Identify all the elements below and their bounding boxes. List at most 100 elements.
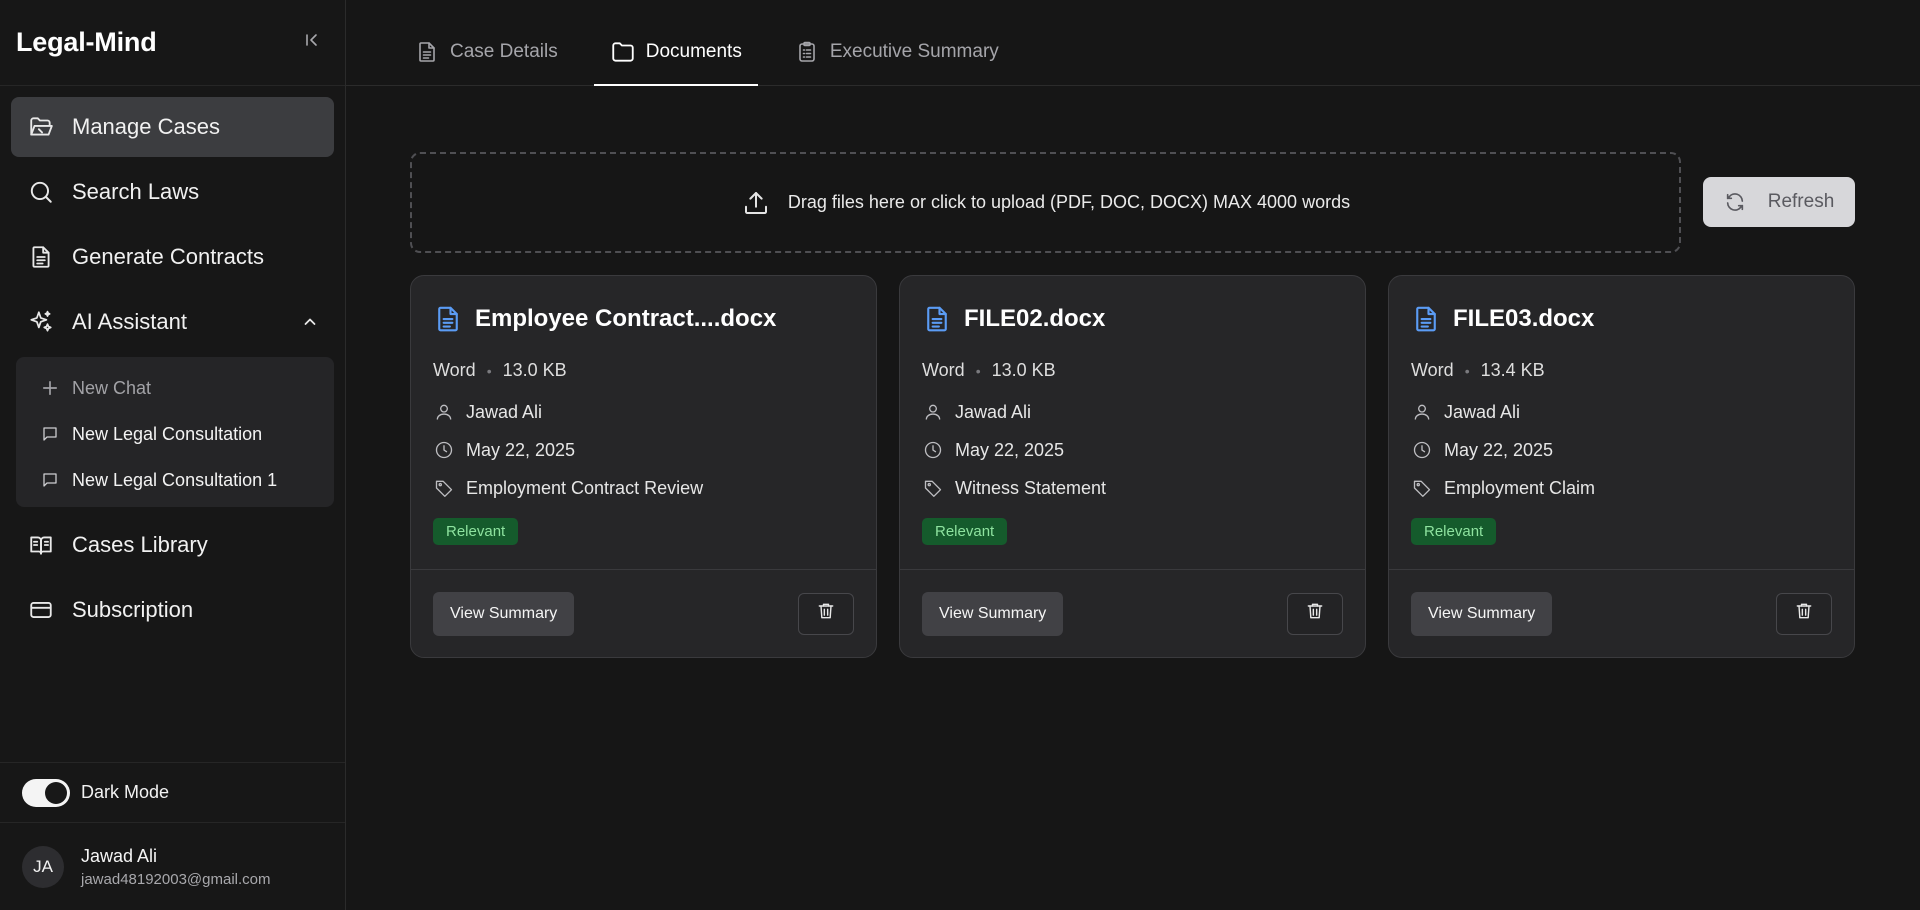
document-meta: Word • 13.0 KB — [922, 360, 1343, 381]
upload-text: Drag files here or click to upload (PDF,… — [787, 192, 1351, 212]
tab-label: Case Details — [450, 41, 558, 62]
document-date: May 22, 2025 — [466, 439, 576, 460]
document-meta: Word • 13.0 KB — [433, 360, 854, 381]
search-icon — [27, 178, 55, 206]
user-icon — [922, 402, 944, 422]
document-tag-row: Employment Claim — [1411, 477, 1832, 499]
delete-button[interactable] — [798, 592, 854, 635]
upload-icon — [741, 188, 771, 218]
tab-label: Documents — [645, 41, 742, 62]
status-badge: Relevant — [433, 518, 519, 545]
app-title: Legal-Mind — [16, 27, 157, 57]
tag-icon — [1411, 478, 1433, 498]
view-summary-button[interactable]: View Summary — [922, 591, 1064, 636]
sidebar-item-manage-cases[interactable]: Manage Cases — [11, 97, 334, 157]
file-upload-dropzone[interactable]: Drag files here or click to upload (PDF,… — [410, 152, 1681, 253]
collapse-left-icon — [304, 32, 320, 53]
document-type: Word — [433, 360, 476, 380]
document-card: FILE03.docx Word • 13.4 KB Jawad Ali May… — [1388, 275, 1855, 658]
card-actions: View Summary — [411, 569, 876, 657]
view-summary-button[interactable]: View Summary — [433, 591, 575, 636]
document-owner: Jawad Ali — [1444, 401, 1521, 422]
document-tag-row: Witness Statement — [922, 477, 1343, 499]
sidebar-item-search-laws[interactable]: Search Laws — [11, 162, 334, 222]
tab-label: Executive Summary — [829, 41, 999, 62]
separator-dot: • — [975, 362, 981, 379]
sidebar-header: Legal-Mind — [0, 0, 345, 86]
clock-icon — [922, 440, 944, 460]
chat-item-new-legal-consultation-1[interactable]: New Legal Consultation 1 — [16, 457, 334, 503]
document-meta: Word • 13.4 KB — [1411, 360, 1832, 381]
sidebar-item-generate-contracts[interactable]: Generate Contracts — [11, 227, 334, 287]
sidebar: Legal-Mind Manage Cases Search Laws Gene… — [0, 0, 346, 910]
document-cards: Employee Contract....docx Word • 13.0 KB… — [410, 275, 1855, 658]
tab-executive-summary[interactable]: Executive Summary — [778, 19, 1015, 85]
user-profile[interactable]: JA Jawad Ali jawad48192003@gmail.com — [0, 822, 345, 910]
sidebar-item-ai-assistant[interactable]: AI Assistant — [11, 292, 334, 352]
dark-mode-label: Dark Mode — [81, 782, 170, 802]
sidebar-item-label: Search Laws — [72, 179, 200, 204]
trash-icon — [816, 601, 836, 626]
sidebar-footer: Dark Mode JA Jawad Ali jawad48192003@gma… — [0, 762, 345, 910]
credit-card-icon — [27, 596, 55, 624]
document-tag: Employment Claim — [1444, 477, 1596, 498]
dark-mode-row: Dark Mode — [0, 762, 345, 822]
delete-button[interactable] — [1776, 592, 1832, 635]
document-name: FILE02.docx — [964, 305, 1106, 332]
sidebar-item-cases-library[interactable]: Cases Library — [11, 515, 334, 575]
app-root: Legal-Mind Manage Cases Search Laws Gene… — [0, 0, 1920, 910]
document-card: FILE02.docx Word • 13.0 KB Jawad Ali May… — [899, 275, 1366, 658]
document-tag: Employment Contract Review — [466, 477, 704, 498]
chevron-up-icon — [302, 314, 318, 330]
sidebar-item-label: Cases Library — [72, 532, 208, 557]
document-size: 13.0 KB — [991, 360, 1056, 380]
document-title: Employee Contract....docx — [433, 298, 854, 340]
main-content: Case Details Documents Executive Summary — [346, 0, 1920, 910]
submenu-item-label: New Legal Consultation 1 — [72, 469, 278, 490]
submenu-item-label: New Chat — [72, 377, 152, 398]
document-name: Employee Contract....docx — [475, 305, 777, 332]
sidebar-item-label: Manage Cases — [72, 114, 220, 139]
sidebar-item-label: AI Assistant — [72, 309, 187, 334]
document-size: 13.4 KB — [1480, 360, 1545, 380]
plus-icon — [40, 378, 60, 398]
document-date: May 22, 2025 — [1444, 439, 1554, 460]
document-type: Word — [922, 360, 965, 380]
clock-icon — [433, 440, 455, 460]
sidebar-item-subscription[interactable]: Subscription — [11, 580, 334, 640]
file-icon — [922, 304, 952, 334]
document-date: May 22, 2025 — [955, 439, 1065, 460]
delete-button[interactable] — [1287, 592, 1343, 635]
user-email: jawad48192003@gmail.com — [81, 870, 271, 888]
collapse-sidebar-button[interactable] — [297, 28, 327, 58]
card-actions: View Summary — [900, 569, 1365, 657]
document-owner-row: Jawad Ali — [1411, 401, 1832, 423]
sidebar-item-label: Generate Contracts — [72, 244, 264, 269]
chat-item-new-legal-consultation[interactable]: New Legal Consultation — [16, 411, 334, 457]
sidebar-nav: Manage Cases Search Laws Generate Contra… — [0, 86, 345, 640]
user-icon — [433, 402, 455, 422]
trash-icon — [1305, 601, 1325, 626]
sidebar-item-label: Subscription — [72, 597, 194, 622]
clock-icon — [1411, 440, 1433, 460]
tab-documents[interactable]: Documents — [593, 19, 758, 86]
tab-case-details[interactable]: Case Details — [398, 19, 574, 85]
document-name: FILE03.docx — [1453, 305, 1595, 332]
tab-bar: Case Details Documents Executive Summary — [346, 0, 1920, 86]
refresh-icon — [1724, 191, 1746, 213]
clipboard-icon — [794, 39, 820, 65]
book-open-icon — [27, 531, 55, 559]
new-chat-button[interactable]: New Chat — [16, 365, 334, 411]
document-type: Word — [1411, 360, 1454, 380]
document-size: 13.0 KB — [502, 360, 567, 380]
folder-open-icon — [27, 113, 55, 141]
refresh-button[interactable]: Refresh — [1703, 177, 1855, 227]
card-actions: View Summary — [1389, 569, 1854, 657]
document-title: FILE03.docx — [1411, 298, 1832, 340]
dark-mode-toggle[interactable] — [22, 778, 70, 807]
chat-icon — [40, 424, 60, 444]
view-summary-button[interactable]: View Summary — [1411, 591, 1553, 636]
document-tag-row: Employment Contract Review — [433, 477, 854, 499]
sparkles-icon — [27, 308, 55, 336]
document-owner-row: Jawad Ali — [922, 401, 1343, 423]
